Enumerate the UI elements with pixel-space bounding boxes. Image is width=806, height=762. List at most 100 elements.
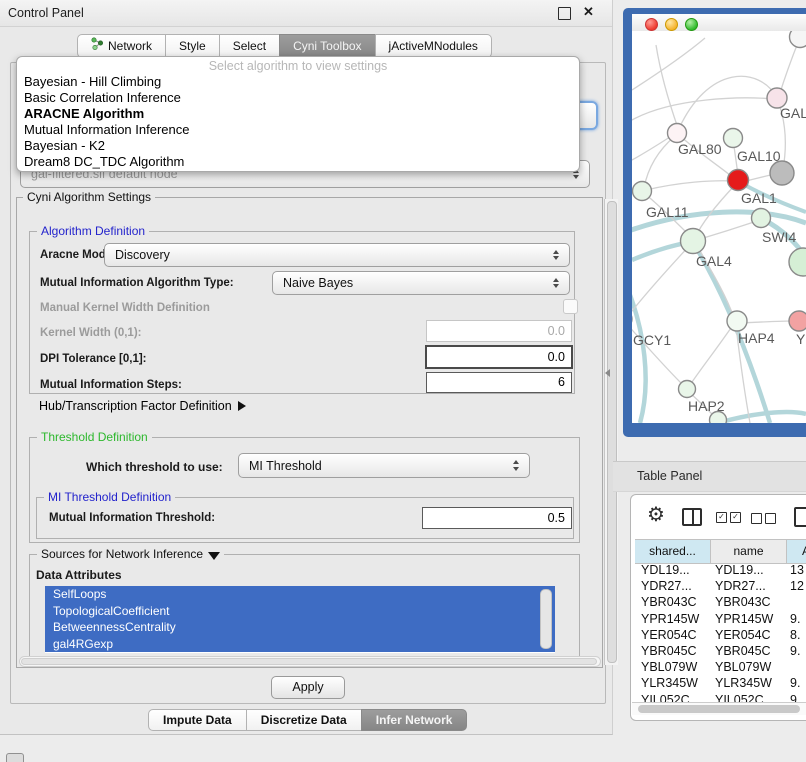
list-scrollbar-thumb[interactable] [540,589,552,649]
select-all-columns-icon[interactable]: ✓ ✓ [716,512,741,523]
tab-impute-data[interactable]: Impute Data [148,709,247,731]
mi-type-value: Naive Bayes [273,276,548,290]
table-row[interactable]: YBL079W YBL079W [635,659,806,675]
algorithm-option-mutual-information[interactable]: Mutual Information Inference [21,122,574,138]
table-row[interactable]: YDR27... YDR27... 12 [635,578,806,594]
table-panel-header-bar: Table Panel [613,461,806,492]
hub-definition-expander[interactable]: Hub/Transcription Factor Definition [39,399,246,413]
close-traffic-light[interactable] [645,18,658,31]
cell-value: 9. [787,675,806,691]
tab-style[interactable]: Style [165,34,220,58]
kernel-width-field[interactable]: 0.0 [426,320,572,342]
data-attributes-label: Data Attributes [36,568,122,582]
cell-shared-name: YIL052C [635,692,711,703]
data-attributes-list: SelfLoops TopologicalCoefficient Between… [45,586,555,653]
tab-jactivemnodules[interactable]: jActiveMNodules [375,34,492,58]
label-gal11: GAL11 [646,204,689,220]
network-icon [91,35,104,57]
cell-shared-name: YBR043C [635,594,711,610]
mi-type-select[interactable]: Naive Bayes [272,271,570,295]
scrollbar-thumb[interactable] [638,705,800,713]
scrollbar-thumb[interactable] [607,201,617,663]
gear-icon[interactable]: ⚙ [647,505,665,525]
table-row[interactable]: YPR145W YPR145W 9. [635,611,806,627]
table-row-partial[interactable]: YIL052C YIL052C 9. [635,692,806,703]
settings-vertical-scrollbar[interactable] [604,199,618,665]
table-row[interactable]: YBR045C YBR045C 9. [635,643,806,659]
node[interactable] [790,31,806,48]
splitpane-grabber-icon[interactable] [605,369,610,377]
tab-discretize-data[interactable]: Discretize Data [246,709,362,731]
table-row[interactable]: YBR043C YBR043C [635,594,806,610]
node-gal80[interactable] [668,124,687,143]
column-header-partial[interactable]: A [787,540,806,563]
cell-value: 12 [787,578,806,594]
cell-name: YBL079W [711,659,787,675]
add-column-icon[interactable] [794,507,806,527]
float-icon[interactable] [558,7,571,20]
algorithm-option-basic-correlation[interactable]: Basic Correlation Inference [21,90,574,106]
node-hap2[interactable] [679,381,696,398]
network-window-titlebar[interactable] [632,14,806,32]
cell-shared-name: YDL19... [635,562,711,578]
tab-select[interactable]: Select [219,34,280,58]
algorithm-option-bayesian-k2[interactable]: Bayesian - K2 [21,138,574,154]
bottom-tab-bar: Impute Data Discretize Data Infer Networ… [148,709,467,731]
column-header-name[interactable]: name [711,540,787,563]
column-header-shared-name[interactable]: shared... [635,540,711,563]
node-swi4[interactable] [752,209,771,228]
table-header-row: shared... name A [635,539,806,564]
mi-threshold-group: MI Threshold Definition Mutual Informati… [36,497,574,539]
stepper-icon [548,278,564,289]
deselect-all-columns-icon[interactable] [751,513,776,524]
node-hap4[interactable] [727,311,747,331]
label-hap2: HAP2 [688,398,725,414]
close-icon[interactable]: ✕ [583,4,594,20]
top-tab-bar: Network Style Select Cyni Toolbox jActiv… [77,34,492,58]
table-row[interactable]: YER054C YER054C 8. [635,627,806,643]
cell-name: YBR043C [711,594,787,610]
algorithm-option-bayesian-hill-climbing[interactable]: Bayesian - Hill Climbing [21,74,574,90]
node-gal10[interactable] [724,129,743,148]
minimize-traffic-light[interactable] [665,18,678,31]
settings-horizontal-scrollbar[interactable] [19,656,601,667]
tab-network[interactable]: Network [77,34,166,58]
algorithm-dropdown-popup: Select algorithm to view settings Bayesi… [16,56,580,172]
attribute-item-topologicalcoefficient[interactable]: TopologicalCoefficient [45,603,555,620]
network-canvas[interactable]: GAL2 GAL80 GAL10 GAL1 GAL11 SWI4 GAL4 GC… [632,31,806,423]
attribute-item-betweennesscentrality[interactable]: BetweennessCentrality [45,619,555,636]
mi-threshold-field[interactable]: 0.5 [422,507,572,529]
node-gal4[interactable] [681,229,706,254]
label-gal1: GAL1 [741,190,777,206]
zoom-traffic-light[interactable] [685,18,698,31]
table-row[interactable]: YLR345W YLR345W 9. [635,675,806,691]
which-threshold-select[interactable]: MI Threshold [238,453,530,478]
cell-value [787,659,806,675]
node-salmon[interactable] [789,311,806,331]
table-horizontal-scrollbar[interactable] [632,702,806,715]
mi-steps-field[interactable]: 6 [426,372,572,393]
checked-box-icon: ✓ [730,512,741,523]
control-panel-title: Control Panel [8,6,84,20]
attribute-item-gal4rgexp[interactable]: gal4RGexp [45,636,555,653]
node-gal1[interactable] [728,170,749,191]
scrollbar-thumb[interactable] [21,658,597,665]
apply-button[interactable]: Apply [271,676,345,699]
cell-value: 9. [787,692,806,703]
which-threshold-label: Which threshold to use: [86,460,223,474]
manual-kernel-checkbox[interactable] [563,299,578,314]
attribute-item-selfloops[interactable]: SelfLoops [45,586,555,603]
split-columns-icon[interactable] [682,508,702,526]
tab-infer-network[interactable]: Infer Network [361,709,468,731]
aracne-mode-select[interactable]: Discovery [104,243,570,267]
dpi-tolerance-field[interactable]: 0.0 [425,345,573,369]
table-row[interactable]: YDL19... YDL19... 13 [635,562,806,578]
node-gal11[interactable] [633,182,652,201]
node-gray[interactable] [770,161,794,185]
node-large-right[interactable] [789,248,806,276]
unchecked-box-icon [751,513,762,524]
minimized-panel-icon[interactable] [6,753,24,762]
algorithm-option-dream8[interactable]: Dream8 DC_TDC Algorithm [21,154,574,170]
tab-cyni-toolbox[interactable]: Cyni Toolbox [279,34,375,58]
algorithm-option-aracne[interactable]: ARACNE Algorithm [21,106,574,122]
